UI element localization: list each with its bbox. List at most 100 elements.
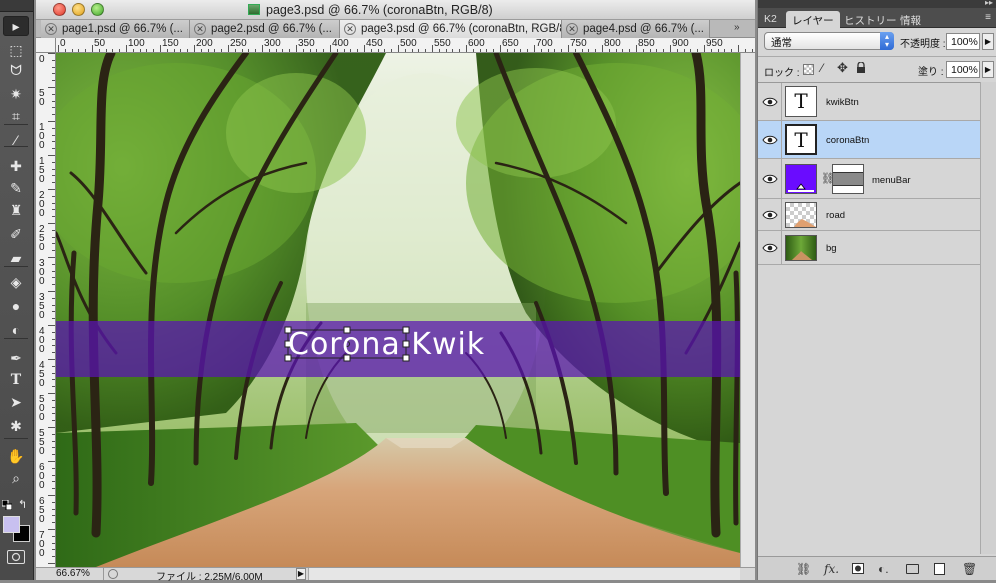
layer-style-fx-icon[interactable]: fx. (824, 562, 839, 576)
type-tool-icon[interactable]: T (3, 370, 29, 390)
lock-transparent-icon[interactable] (803, 64, 814, 75)
tools-panel-handle[interactable] (0, 0, 33, 12)
close-window-button[interactable] (53, 3, 66, 16)
crop-tool-icon[interactable]: ⌗ (3, 106, 29, 126)
tab-label: page2.psd @ 66.7% (... (211, 23, 332, 35)
panel-dock-bar[interactable]: ▸▸ (758, 0, 996, 8)
vertical-scrollbar[interactable] (740, 53, 755, 567)
collapse-panel-icon[interactable]: ▸▸ (985, 0, 993, 7)
visibility-toggle[interactable] (758, 231, 782, 264)
layers-scrollbar[interactable] (980, 82, 996, 554)
pen-tool-icon[interactable]: ✒ (3, 348, 29, 368)
marquee-tool-icon[interactable]: ⬚ (3, 40, 29, 60)
banner-text[interactable]: Corona Kwik (288, 327, 485, 362)
tab-page1[interactable]: ✕ page1.psd @ 66.7% (... (41, 20, 190, 38)
tab-k2[interactable]: K2 (758, 11, 783, 28)
move-tool-icon[interactable]: ▸ (3, 16, 29, 36)
delete-layer-icon[interactable]: 🗑 (962, 562, 977, 576)
opacity-field[interactable]: 100% (946, 33, 980, 50)
close-tab-icon[interactable]: ✕ (344, 23, 356, 35)
adjustment-layer-icon[interactable]: ◐. (878, 562, 889, 576)
visibility-toggle[interactable] (758, 199, 782, 230)
layer-row-bg[interactable]: bg (758, 231, 980, 265)
healing-brush-tool-icon[interactable]: ✚ (3, 156, 29, 176)
ruler-label: 300 (39, 258, 45, 287)
ruler-tick (738, 45, 739, 52)
status-info-icon[interactable] (108, 569, 118, 579)
default-colors-icon[interactable] (1, 499, 13, 511)
ruler-tick (52, 379, 55, 381)
close-tab-icon[interactable]: ✕ (566, 23, 578, 35)
ruler-label: 400 (39, 326, 45, 355)
layer-name[interactable]: road (826, 210, 845, 221)
horizontal-scrollbar[interactable] (308, 568, 740, 580)
horizontal-ruler[interactable]: 0 50 100 150 200 250 300 350 400 450 500 550 600 650 7… (56, 38, 755, 53)
new-group-icon[interactable] (906, 564, 919, 574)
vector-mask-thumbnail (832, 164, 864, 194)
ruler-label: 100 (39, 122, 45, 151)
status-menu-arrow-icon[interactable]: ▶ (296, 568, 306, 580)
quick-mask-icon[interactable] (7, 550, 25, 564)
fill-field[interactable]: 100% (946, 61, 980, 78)
add-layer-mask-icon[interactable] (852, 563, 864, 574)
hand-tool-icon[interactable]: ✋ (3, 446, 29, 466)
stamp-tool-icon[interactable]: ♜ (3, 200, 29, 220)
layer-name[interactable]: bg (826, 243, 837, 254)
lock-position-icon[interactable]: ✥ (837, 60, 848, 76)
zoom-level-field[interactable]: 66.67% (56, 568, 90, 579)
tab-page3[interactable]: ✕ page3.psd @ 66.7% (coronaBtn, RGB/8) (340, 20, 562, 38)
panel-menu-icon[interactable]: ≡ (985, 12, 991, 23)
eyedropper-tool-icon[interactable]: ⁄ (3, 130, 29, 150)
ruler-tick (126, 45, 127, 52)
brush-tool-icon[interactable]: ✎ (3, 178, 29, 198)
swap-colors-icon[interactable]: ↰ (18, 498, 27, 511)
zoom-tool-icon[interactable]: ⌕ (3, 468, 29, 488)
ruler-tick (717, 49, 719, 52)
new-layer-icon[interactable] (934, 563, 945, 575)
ruler-tick (52, 202, 55, 204)
visibility-toggle[interactable] (758, 121, 782, 158)
tabs-overflow-icon[interactable]: » (734, 22, 740, 33)
close-tab-icon[interactable]: ✕ (45, 23, 57, 35)
ruler-origin[interactable] (36, 38, 56, 53)
layer-row-road[interactable]: road (758, 199, 980, 231)
layer-name[interactable]: kwikBtn (826, 97, 859, 108)
minimize-window-button[interactable] (72, 3, 85, 16)
history-brush-tool-icon[interactable]: ✐ (3, 224, 29, 244)
paint-bucket-tool-icon[interactable]: ◈ (3, 272, 29, 292)
lock-image-icon[interactable]: ⁄ (821, 61, 823, 75)
ruler-label: 200 (39, 190, 45, 219)
ruler-tick (180, 49, 182, 52)
opacity-slider-arrow-icon[interactable]: ▶ (982, 33, 994, 50)
magic-wand-tool-icon[interactable]: ✷ (3, 84, 29, 104)
tab-page4[interactable]: ✕ page4.psd @ 66.7% (... (562, 20, 710, 38)
layer-row-menubar[interactable]: ⛓ menuBar (758, 159, 980, 199)
fill-slider-arrow-icon[interactable]: ▶ (982, 61, 994, 78)
visibility-toggle[interactable] (758, 159, 782, 198)
path-selection-tool-icon[interactable]: ➤ (3, 392, 29, 412)
lasso-tool-icon[interactable]: ᗢ (3, 60, 29, 80)
visibility-toggle[interactable] (758, 83, 782, 120)
layer-name[interactable]: coronaBtn (826, 135, 869, 146)
tab-layers[interactable]: レイヤー (786, 11, 840, 28)
dodge-tool-icon[interactable]: ◐ (3, 320, 29, 340)
blur-tool-icon[interactable]: ● (3, 296, 29, 316)
document-canvas[interactable]: Corona Kwik (56, 53, 740, 567)
tab-history[interactable]: ヒストリー (838, 11, 903, 28)
shape-tool-icon[interactable]: ✱ (3, 416, 29, 436)
link-layers-icon[interactable]: ⛓ (796, 562, 811, 576)
vertical-ruler[interactable]: 0 50 100 150 200 250 300 350 400 450 500 550 600 650 7… (36, 53, 56, 567)
title-bar[interactable]: page3.psd @ 66.7% (coronaBtn, RGB/8) (36, 0, 755, 20)
lock-all-icon[interactable] (856, 61, 866, 73)
tab-info[interactable]: 情報 (894, 11, 927, 28)
layer-row-coronabtn[interactable]: T coronaBtn (758, 121, 980, 159)
zoom-window-button[interactable] (91, 3, 104, 16)
eraser-tool-icon[interactable]: ▰ (3, 248, 29, 268)
foreground-color-swatch[interactable] (3, 516, 20, 533)
layer-row-kwikbtn[interactable]: T kwikBtn (758, 83, 980, 121)
tab-page2[interactable]: ✕ page2.psd @ 66.7% (... (190, 20, 340, 38)
blend-mode-select[interactable]: 通常 ▴ ▾ (764, 32, 894, 50)
close-tab-icon[interactable]: ✕ (194, 23, 206, 35)
layer-name[interactable]: menuBar (872, 175, 911, 186)
ruler-tick (52, 352, 55, 354)
